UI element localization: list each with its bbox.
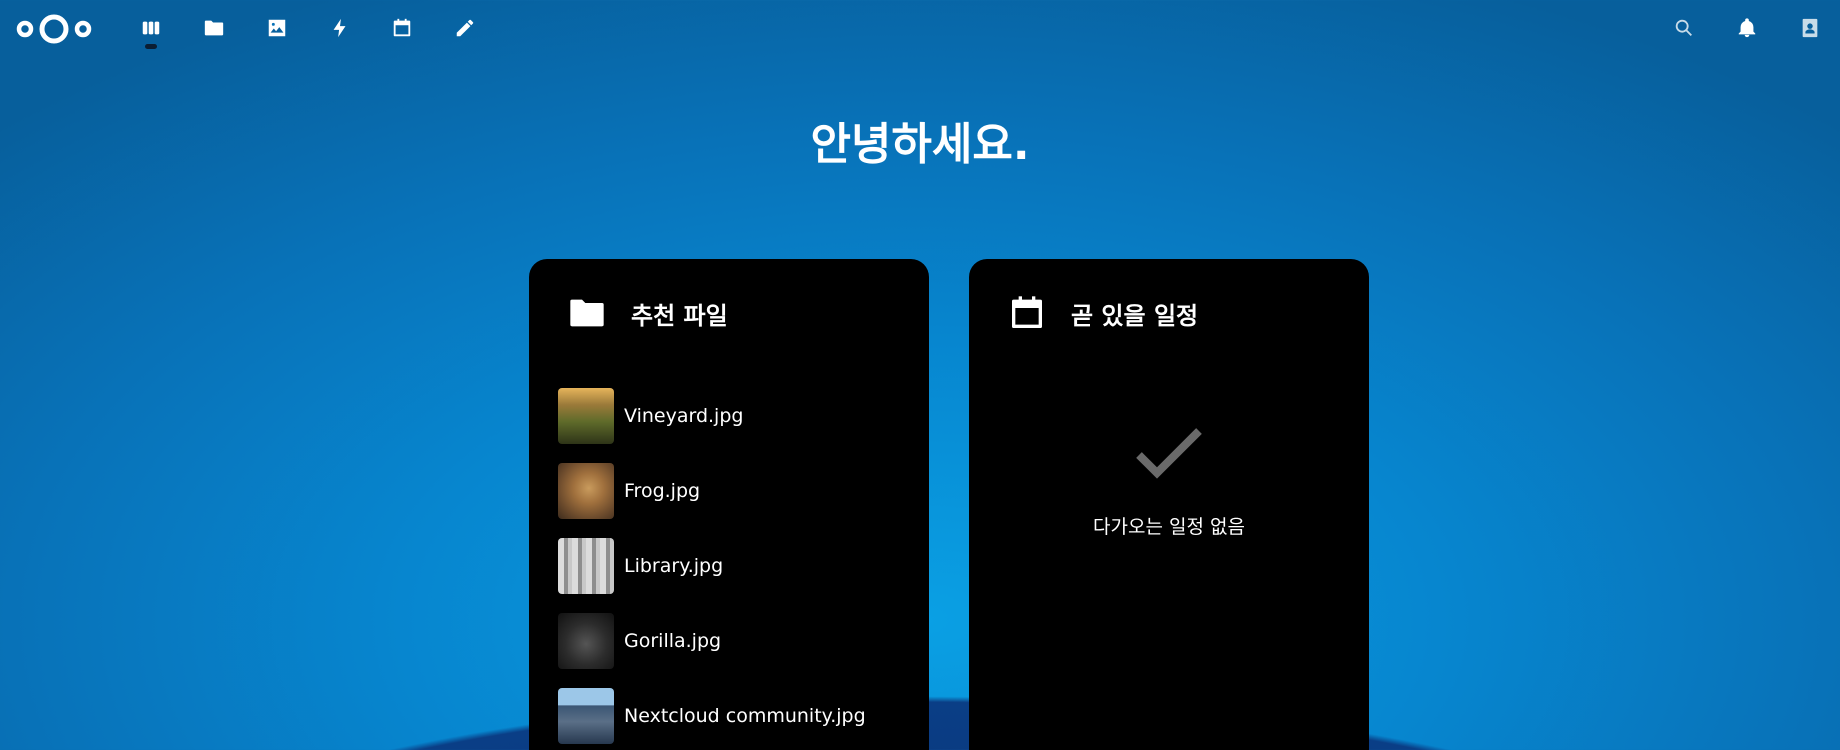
panel-title: 추천 파일 xyxy=(631,301,728,330)
notifications-button[interactable] xyxy=(1731,12,1763,44)
file-item[interactable]: Gorilla.jpg xyxy=(558,603,908,678)
file-thumbnail xyxy=(558,387,614,444)
greeting-heading: 안녕하세요. xyxy=(810,119,1030,170)
panel-header: 곧 있을 일정 xyxy=(1007,295,1198,331)
contacts-icon xyxy=(1802,18,1818,38)
file-name: Nextcloud community.jpg xyxy=(624,704,866,727)
top-header xyxy=(0,0,1840,58)
search-icon xyxy=(1675,19,1692,36)
nextcloud-logo-icon[interactable] xyxy=(16,12,92,46)
lightning-icon xyxy=(333,18,346,38)
file-thumbnail xyxy=(558,462,614,519)
app-photos[interactable] xyxy=(261,12,293,44)
file-name: Gorilla.jpg xyxy=(624,629,722,652)
active-app-indicator xyxy=(145,44,157,49)
image-icon xyxy=(268,19,286,37)
upcoming-events-panel: 곧 있을 일정 다가오는 일정 없음 xyxy=(969,259,1369,750)
app-calendar[interactable] xyxy=(386,12,418,44)
file-item[interactable]: Nextcloud community.jpg xyxy=(558,678,908,750)
panel-title: 곧 있을 일정 xyxy=(1071,301,1199,330)
file-thumbnail xyxy=(558,687,614,744)
folder-icon xyxy=(204,20,224,36)
file-thumbnail xyxy=(558,537,614,594)
app-dashboard[interactable] xyxy=(135,12,167,44)
dashboard-icon xyxy=(142,21,160,35)
file-item[interactable]: Library.jpg xyxy=(558,528,908,603)
file-list: Vineyard.jpg Frog.jpg Library.jpg Gorill… xyxy=(558,378,908,750)
file-thumbnail xyxy=(558,612,614,669)
empty-state-text: 다가오는 일정 없음 xyxy=(1093,516,1245,538)
search-button[interactable] xyxy=(1668,12,1700,44)
folder-icon xyxy=(570,299,604,327)
app-files[interactable] xyxy=(198,12,230,44)
checkmark-icon xyxy=(1135,425,1203,481)
app-activity[interactable] xyxy=(324,12,356,44)
calendar-icon xyxy=(1012,296,1042,328)
recommended-files-panel: 추천 파일 Vineyard.jpg Frog.jpg Library.jpg … xyxy=(529,259,929,750)
app-notes[interactable] xyxy=(449,12,481,44)
file-item[interactable]: Vineyard.jpg xyxy=(558,378,908,453)
bell-icon xyxy=(1738,18,1756,38)
contacts-button[interactable] xyxy=(1794,12,1826,44)
file-name: Vineyard.jpg xyxy=(624,404,744,427)
file-name: Frog.jpg xyxy=(624,479,701,502)
file-name: Library.jpg xyxy=(624,554,724,577)
file-item[interactable]: Frog.jpg xyxy=(558,453,908,528)
calendar-icon xyxy=(393,18,411,37)
pencil-icon xyxy=(456,19,474,37)
panel-header: 추천 파일 xyxy=(567,295,728,331)
